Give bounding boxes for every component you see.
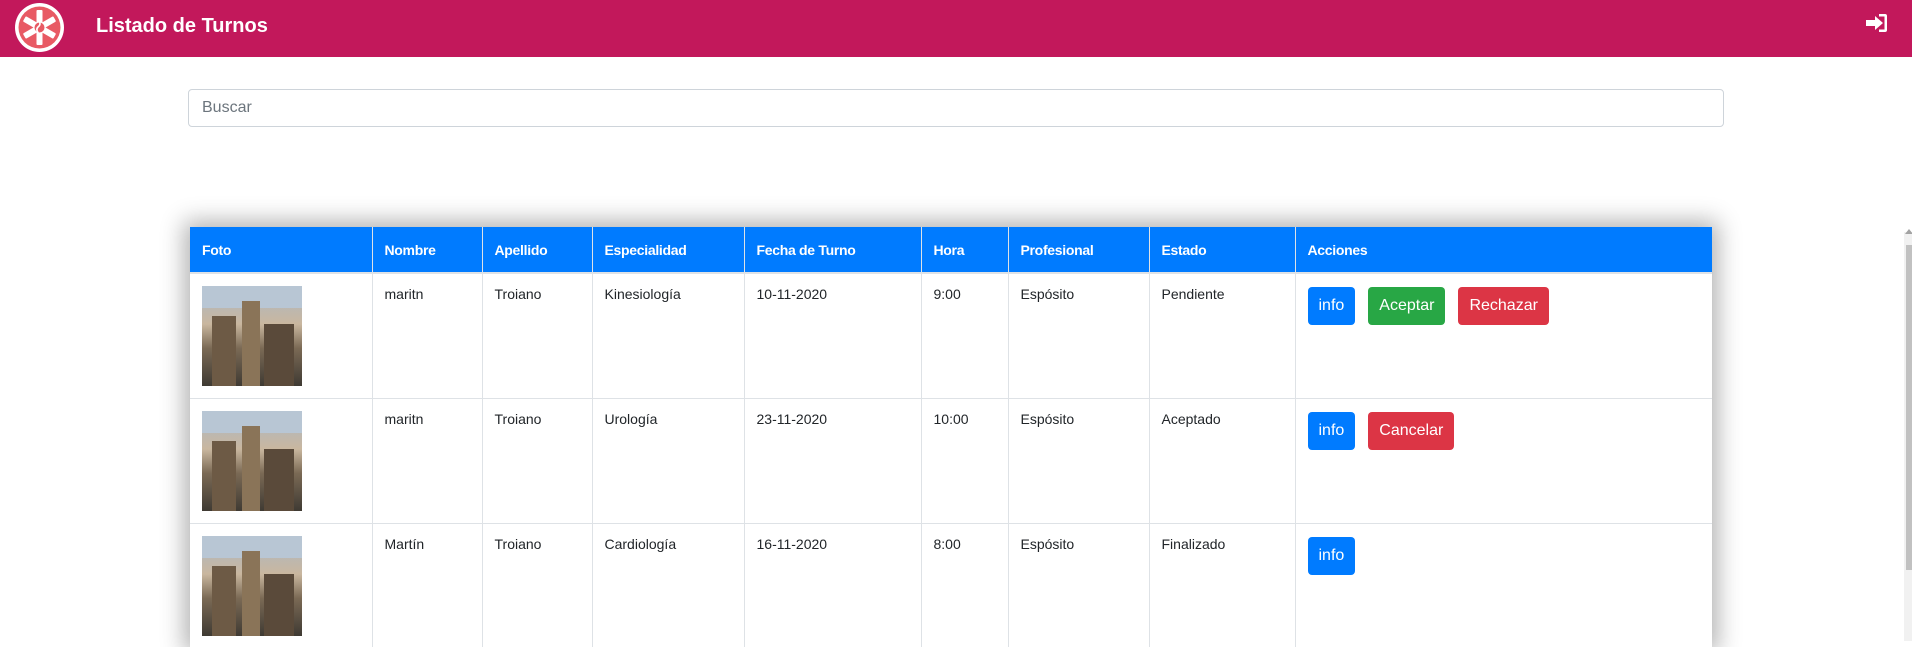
- cell-apellido: Troiano: [482, 399, 592, 524]
- appointments-table-card: Foto Nombre Apellido Especialidad Fecha …: [190, 227, 1712, 647]
- table-row: maritn Troiano Kinesiología 10-11-2020 9…: [190, 273, 1712, 399]
- cell-especialidad: Kinesiología: [592, 273, 744, 399]
- scroll-up-arrow-icon[interactable]: [1905, 229, 1912, 234]
- table-header-row: Foto Nombre Apellido Especialidad Fecha …: [190, 227, 1712, 273]
- column-header-profesional: Profesional: [1008, 227, 1149, 273]
- column-header-nombre: Nombre: [372, 227, 482, 273]
- table-row: maritn Troiano Urología 23-11-2020 10:00…: [190, 399, 1712, 524]
- cell-estado: Finalizado: [1149, 524, 1295, 647]
- column-header-especialidad: Especialidad: [592, 227, 744, 273]
- cell-estado: Pendiente: [1149, 273, 1295, 399]
- cell-nombre: maritn: [372, 399, 482, 524]
- column-header-acciones: Acciones: [1295, 227, 1712, 273]
- info-button[interactable]: info: [1308, 412, 1356, 450]
- scrollbar-thumb[interactable]: [1906, 245, 1912, 570]
- column-header-estado: Estado: [1149, 227, 1295, 273]
- column-header-foto: Foto: [190, 227, 372, 273]
- cell-acciones: info Cancelar: [1295, 399, 1712, 524]
- column-header-apellido: Apellido: [482, 227, 592, 273]
- cell-fecha: 16-11-2020: [744, 524, 921, 647]
- cell-especialidad: Urología: [592, 399, 744, 524]
- cell-hora: 8:00: [921, 524, 1008, 647]
- top-navbar: Listado de Turnos: [0, 0, 1912, 57]
- sign-out-icon[interactable]: [1866, 13, 1892, 37]
- appointments-table: Foto Nombre Apellido Especialidad Fecha …: [190, 227, 1712, 647]
- table-row: Martín Troiano Cardiología 16-11-2020 8:…: [190, 524, 1712, 647]
- cell-profesional: Espósito: [1008, 399, 1149, 524]
- accept-button[interactable]: Aceptar: [1368, 287, 1445, 325]
- reject-button[interactable]: Rechazar: [1458, 287, 1548, 325]
- info-button[interactable]: info: [1308, 537, 1356, 575]
- medical-star-icon: [15, 3, 64, 52]
- column-header-hora: Hora: [921, 227, 1008, 273]
- cell-hora: 10:00: [921, 399, 1008, 524]
- cell-especialidad: Cardiología: [592, 524, 744, 647]
- column-header-fecha: Fecha de Turno: [744, 227, 921, 273]
- patient-photo: [202, 536, 302, 636]
- cell-nombre: Martín: [372, 524, 482, 647]
- cell-profesional: Espósito: [1008, 524, 1149, 647]
- cell-acciones: info: [1295, 524, 1712, 647]
- cancel-button[interactable]: Cancelar: [1368, 412, 1454, 450]
- patient-photo: [202, 411, 302, 511]
- cell-fecha: 10-11-2020: [744, 273, 921, 399]
- cell-nombre: maritn: [372, 273, 482, 399]
- cell-profesional: Espósito: [1008, 273, 1149, 399]
- cell-estado: Aceptado: [1149, 399, 1295, 524]
- search-input[interactable]: [188, 89, 1724, 127]
- cell-apellido: Troiano: [482, 524, 592, 647]
- cell-fecha: 23-11-2020: [744, 399, 921, 524]
- page-title: Listado de Turnos: [96, 14, 268, 38]
- info-button[interactable]: info: [1308, 287, 1356, 325]
- cell-hora: 9:00: [921, 273, 1008, 399]
- patient-photo: [202, 286, 302, 386]
- cell-acciones: info Aceptar Rechazar: [1295, 273, 1712, 399]
- cell-apellido: Troiano: [482, 273, 592, 399]
